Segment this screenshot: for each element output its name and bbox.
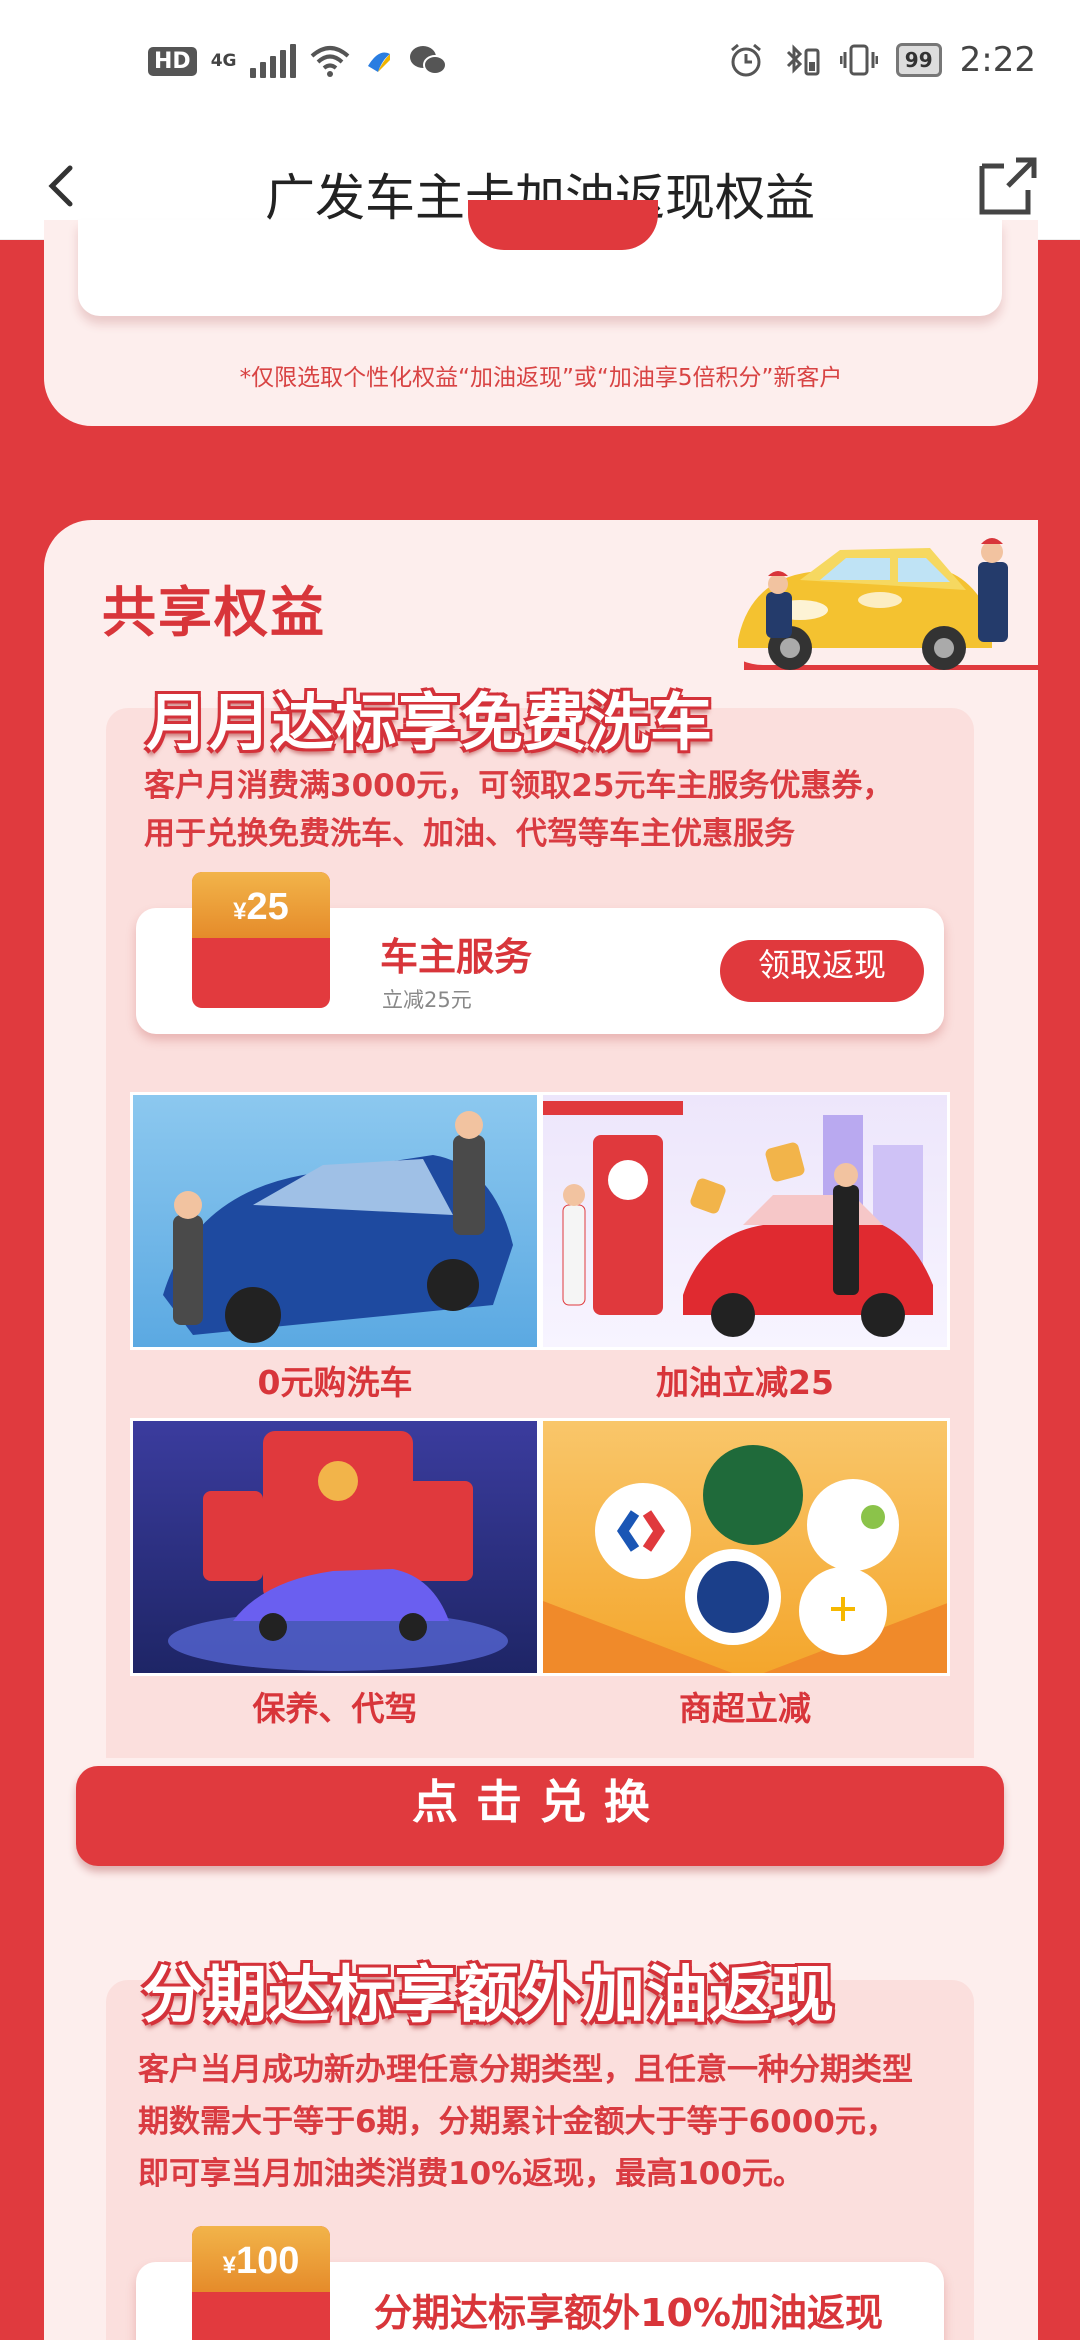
installment-coupon-title: 分期达标享额外10%加油返现 [374,2291,883,2335]
bluetooth-battery-icon [786,44,820,76]
eligibility-note: *仅限选取个性化权益“加油返现”或“加油享5倍积分”新客户 [239,365,843,391]
clock: 2:22 [959,40,1036,80]
monthly-wash-description: 客户月消费满3000元，可领取25元车主服务优惠券， 用于兑换免费洗车、加油、代… [144,762,974,858]
supermarket-logos-image [543,1445,947,1673]
app-notification-icon [368,52,391,72]
tile-maintenance-label: 保养、代驾 [252,1689,418,1728]
tile-maintenance[interactable] [130,1418,540,1676]
red-envelope-icon: ¥25 [192,872,330,1008]
hd-badge: HD [148,46,197,76]
tile-supermarket[interactable] [540,1418,950,1676]
vibrate-icon [839,44,878,76]
exchange-button[interactable]: 点击兑换 [76,1766,1004,1866]
wifi-icon [311,46,350,77]
coupon-value: ¥100 [222,2240,300,2282]
top-exchange-button[interactable] [468,200,658,250]
fuel-station-image [543,1101,933,1337]
status-right: 99 2:22 [728,40,1036,80]
battery-indicator: 99 [895,43,942,77]
status-bar: HD 4G 99 2:22 [0,0,1080,132]
coupon-value: ¥25 [233,886,289,928]
installment-cashback-title: 分期达标享额外加油返现 [142,1958,836,2031]
status-left: HD 4G [148,44,448,78]
top-card-inner [78,200,1002,316]
car-wash-illustration [738,538,1008,670]
installment-desc-line2: 期数需大于等于6期，分期累计金额大于等于6000元， [138,2104,897,2140]
alarm-icon [730,43,761,77]
installment-desc-line3: 即可享当月加油类消费10%返现，最高100元。 [138,2156,804,2192]
monthly-wash-title: 月月达标享免费洗车 [146,686,714,759]
tile-car-wash[interactable] [130,1092,540,1350]
signal-icon [250,44,297,78]
top-card: *仅限选取个性化权益“加油返现”或“加油享5倍积分”新客户 [44,200,1038,426]
red-envelope-icon: ¥100 [192,2226,330,2340]
monthly-wash-desc-line2: 用于兑换免费洗车、加油、代驾等车主优惠服务 [144,816,795,852]
coupon-title: 车主服务 [380,935,533,979]
share-icon[interactable] [974,150,1044,220]
installment-coupon: ¥100 分期达标享额外10%加油返现 [136,2226,944,2340]
claim-cashback-button[interactable]: 领取返现 [720,940,924,1002]
car-service-coupon: ¥25 车主服务 立减25元 领取返现 [136,872,944,1034]
maintenance-image [168,1431,508,1671]
network-type: 4G [210,51,237,71]
coupon-subtitle: 立减25元 [382,988,472,1012]
shared-benefits-title: 共享权益 [102,581,326,644]
tile-supermarket-label: 商超立减 [679,1689,811,1728]
monthly-wash-desc-line1: 客户月消费满3000元，可领取25元车主服务优惠券， [144,768,894,804]
installment-desc-line1: 客户当月成功新办理任意分期类型，且任意一种分期类型 [138,2052,913,2088]
tile-fuel-discount[interactable] [540,1092,950,1350]
wechat-icon [410,46,448,75]
tile-car-wash-label: 0元购洗车 [257,1363,413,1402]
car-wash-image [163,1111,513,1343]
tile-fuel-discount-label: 加油立减25 [656,1363,834,1402]
installment-cashback-description: 客户当月成功新办理任意分期类型，且任意一种分期类型 期数需大于等于6期，分期累计… [138,2044,978,2200]
